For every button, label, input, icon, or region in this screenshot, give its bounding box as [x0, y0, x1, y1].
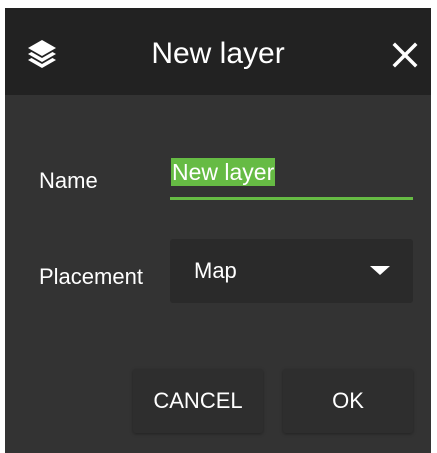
chevron-down-icon — [370, 266, 390, 275]
ok-button[interactable]: OK — [283, 369, 413, 433]
new-layer-dialog: New layer Name New layer Placement Map C… — [5, 8, 431, 453]
name-label: Name — [39, 168, 98, 193]
name-input[interactable]: New layer — [170, 154, 413, 200]
placement-label: Placement — [39, 264, 143, 289]
name-input-value: New layer — [171, 158, 276, 186]
placement-dropdown[interactable]: Map — [170, 239, 413, 303]
dialog-title-bar: New layer — [5, 8, 431, 95]
dialog-title: New layer — [151, 37, 285, 70]
placement-selected-value: Map — [194, 258, 237, 283]
cancel-button[interactable]: CANCEL — [133, 369, 263, 433]
close-icon[interactable] — [385, 35, 425, 75]
